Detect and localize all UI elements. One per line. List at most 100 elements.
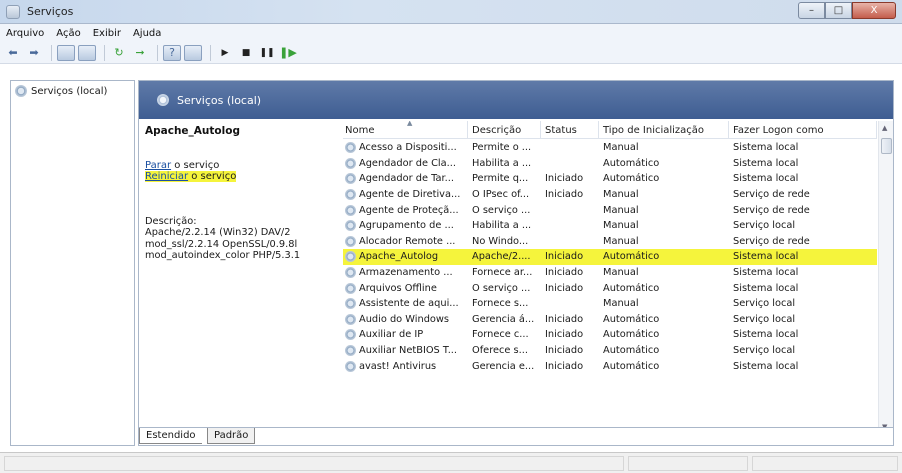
toolbar-separator bbox=[210, 44, 211, 61]
table-row[interactable]: Alocador Remote ... No Windo... Manual Serv… bbox=[343, 234, 877, 250]
scroll-up-icon[interactable]: ▲ bbox=[882, 124, 887, 132]
cell-descricao: Gerencia e... bbox=[472, 360, 535, 372]
pause-icon[interactable]: ❚❚ bbox=[258, 45, 276, 61]
service-name-text: Arquivos Offline bbox=[359, 282, 437, 294]
stop-service-link[interactable]: Parar bbox=[145, 160, 171, 171]
table-row[interactable]: Auxiliar NetBIOS T... Oferece s... Iniciad… bbox=[343, 343, 877, 359]
table-row[interactable]: Armazenamento ... Fornece ar... Iniciado Ma… bbox=[343, 265, 877, 281]
table-row[interactable]: avast! Antivirus Gerencia e... Iniciado Aut… bbox=[343, 358, 877, 374]
cell-logon: Serviço de rede bbox=[733, 235, 810, 247]
cell-tipo-inicializacao: Automático bbox=[603, 173, 660, 185]
service-gear-icon bbox=[345, 142, 356, 154]
refresh-icon[interactable]: ↻ bbox=[110, 45, 128, 61]
forward-icon[interactable]: ➡ bbox=[25, 45, 43, 61]
service-gear-icon bbox=[345, 267, 356, 279]
cell-status: Iniciado bbox=[545, 282, 584, 294]
service-gear-icon bbox=[345, 298, 356, 310]
vertical-scrollbar[interactable]: ▲ ▼ bbox=[878, 121, 893, 434]
tab-estendido[interactable]: Estendido bbox=[139, 428, 202, 444]
console-tree-icon[interactable] bbox=[57, 44, 75, 61]
menu-arquivo[interactable]: Arquivo bbox=[6, 28, 44, 39]
stop-action-suffix: o serviço bbox=[171, 160, 220, 171]
cell-logon: Sistema local bbox=[733, 282, 799, 294]
cell-tipo-inicializacao: Automático bbox=[603, 345, 660, 357]
services-pane: Serviços (local) Apache_Autolog Parar o … bbox=[138, 80, 894, 446]
menu-ajuda[interactable]: Ajuda bbox=[133, 28, 161, 39]
cell-status: Iniciado bbox=[545, 360, 584, 372]
table-row[interactable]: Agrupamento de ... Habilita a ... Manual Se… bbox=[343, 218, 877, 234]
column-header-label: Nome bbox=[345, 124, 375, 136]
service-gear-icon bbox=[345, 282, 356, 294]
table-row[interactable]: Agendador de Cla... Habilita a ... Automát… bbox=[343, 156, 877, 172]
cell-tipo-inicializacao: Automático bbox=[603, 157, 660, 169]
service-gear-icon bbox=[345, 220, 356, 232]
help-icon[interactable]: ? bbox=[163, 44, 181, 61]
cell-nome: Armazenamento ... bbox=[343, 267, 468, 279]
view-icon[interactable] bbox=[184, 44, 202, 61]
cell-tipo-inicializacao: Manual bbox=[603, 235, 639, 247]
restart-icon[interactable]: ❚▶ bbox=[279, 45, 297, 61]
menu-exibir[interactable]: Exibir bbox=[93, 28, 121, 39]
column-header-descricao[interactable]: Descrição bbox=[468, 121, 541, 139]
table-row[interactable]: Auxiliar de IP Fornece c... Iniciado Automá… bbox=[343, 327, 877, 343]
tab-padrao[interactable]: Padrão bbox=[207, 428, 256, 444]
table-row[interactable]: Apache_Autolog Apache/2.... Iniciado Automá… bbox=[343, 249, 877, 265]
service-gear-icon bbox=[345, 329, 356, 341]
cell-tipo-inicializacao: Automático bbox=[603, 313, 660, 325]
restart-service-link[interactable]: Reiniciar bbox=[145, 171, 188, 182]
stop-icon[interactable]: ■ bbox=[237, 45, 255, 61]
service-gear-icon bbox=[345, 313, 356, 325]
pane-title: Serviços (local) bbox=[177, 93, 262, 107]
cell-descricao: Fornece c... bbox=[472, 329, 529, 341]
column-header-logon[interactable]: Fazer Logon como bbox=[729, 121, 877, 139]
table-row[interactable]: Agente de Proteçã... O serviço ... Manual S… bbox=[343, 202, 877, 218]
cell-descricao: Permite o ... bbox=[472, 142, 532, 154]
cell-nome: Agrupamento de ... bbox=[343, 220, 468, 232]
table-row[interactable]: Agente de Diretiva... O IPsec of... Inicia… bbox=[343, 187, 877, 203]
service-gear-icon bbox=[345, 189, 356, 201]
cell-tipo-inicializacao: Manual bbox=[603, 189, 639, 201]
properties-icon[interactable] bbox=[78, 44, 96, 61]
column-header-nome[interactable]: Nome ▲ bbox=[343, 121, 468, 139]
scroll-thumb[interactable] bbox=[881, 138, 892, 154]
service-details: Apache_Autolog Parar o serviço Reiniciar… bbox=[145, 121, 335, 421]
table-row[interactable]: Assistente de aqui... Fornece s... Manual S… bbox=[343, 296, 877, 312]
cell-nome: Agendador de Tar... bbox=[343, 173, 468, 185]
service-gear-icon bbox=[345, 157, 356, 169]
cell-logon: Serviço de rede bbox=[733, 189, 810, 201]
window-title: Serviços bbox=[27, 5, 74, 18]
maximize-button[interactable]: □ bbox=[825, 2, 852, 19]
cell-status: Iniciado bbox=[545, 267, 584, 279]
close-button[interactable]: X bbox=[852, 2, 896, 19]
column-header-tipo-inicializacao[interactable]: Tipo de Inicialização bbox=[599, 121, 729, 139]
table-row[interactable]: Arquivos Offline O serviço ... Iniciado Aut… bbox=[343, 280, 877, 296]
table-row[interactable]: Acesso a Dispositi... Permite o ... Manual… bbox=[343, 140, 877, 156]
toolbar-separator bbox=[51, 44, 52, 61]
service-name-text: Auxiliar de IP bbox=[359, 329, 424, 341]
sort-ascending-icon: ▲ bbox=[407, 121, 413, 127]
service-name-text: Áudio do Windows bbox=[359, 313, 450, 325]
play-icon[interactable]: ▶ bbox=[216, 45, 234, 61]
title-bar: Serviços – □ X bbox=[0, 0, 902, 24]
service-name-text: Apache_Autolog bbox=[359, 251, 439, 263]
cell-logon: Sistema local bbox=[733, 142, 799, 154]
cell-logon: Sistema local bbox=[733, 360, 799, 372]
tree-item-label: Serviços (local) bbox=[31, 85, 108, 97]
cell-nome: Agente de Proteçã... bbox=[343, 204, 468, 216]
status-segment bbox=[4, 456, 624, 471]
column-header-status[interactable]: Status bbox=[541, 121, 599, 139]
menu-acao[interactable]: Ação bbox=[56, 28, 80, 39]
table-row[interactable]: Áudio do Windows Gerencia á... Iniciado Aut… bbox=[343, 312, 877, 328]
table-body: Acesso a Dispositi... Permite o ... Manual… bbox=[343, 140, 877, 374]
back-icon[interactable]: ⬅ bbox=[4, 45, 22, 61]
tree-item-services-local[interactable]: Serviços (local) bbox=[15, 85, 107, 97]
minimize-button[interactable]: – bbox=[798, 2, 825, 19]
cell-tipo-inicializacao: Automático bbox=[603, 360, 660, 372]
services-icon bbox=[157, 94, 169, 106]
cell-tipo-inicializacao: Automático bbox=[603, 282, 660, 294]
export-icon[interactable]: ➞ bbox=[131, 45, 149, 61]
cell-descricao: Habilita a ... bbox=[472, 157, 532, 169]
cell-tipo-inicializacao: Manual bbox=[603, 220, 639, 232]
table-row[interactable]: Agendador de Tar... Permite q... Iniciado A… bbox=[343, 171, 877, 187]
cell-status: Iniciado bbox=[545, 173, 584, 185]
